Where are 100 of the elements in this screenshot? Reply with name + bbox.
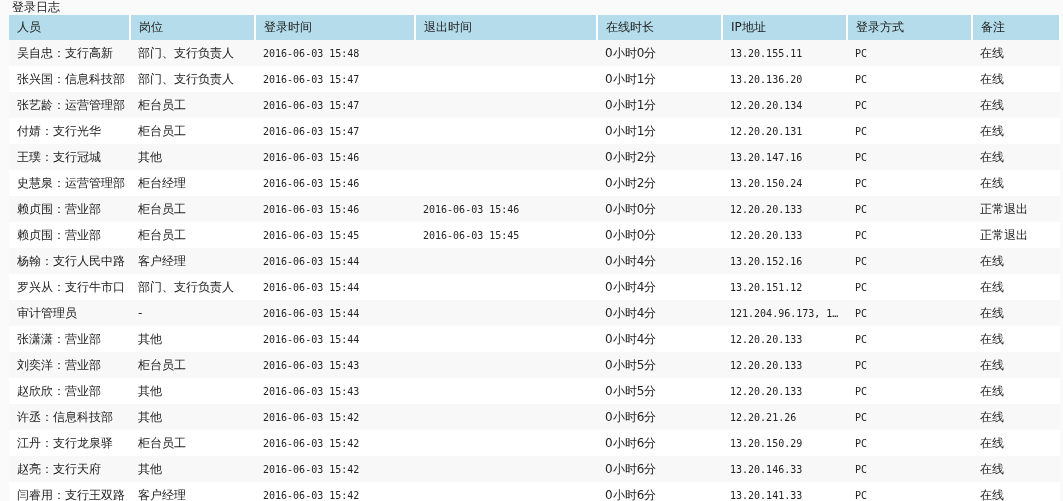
- table-cell: 张兴国：信息科技部: [17, 71, 125, 86]
- table-cell: 0小时5分: [605, 383, 657, 398]
- table-cell: 2016-06-03 15:48: [263, 47, 360, 59]
- table-cell: 0小时0分: [605, 45, 657, 60]
- table-cell: 在线: [980, 149, 1004, 164]
- table-cell: 部门、支行负责人: [138, 71, 234, 86]
- table-cell: PC: [855, 463, 868, 475]
- column-header[interactable]: 人员: [9, 15, 130, 40]
- table-cell: 在线: [980, 409, 1004, 424]
- table-cell: 0小时2分: [605, 149, 657, 164]
- table-cell: 在线: [980, 175, 1004, 190]
- table-cell: PC: [855, 47, 868, 59]
- column-header[interactable]: 备注: [972, 15, 1060, 40]
- table-cell: 12.20.20.131: [730, 125, 803, 137]
- table-cell: PC: [855, 177, 868, 189]
- table-cell: 2016-06-03 15:43: [263, 385, 360, 397]
- table-cell: 2016-06-03 15:45: [423, 229, 520, 241]
- table-cell: 12.20.20.133: [730, 359, 803, 371]
- table-cell: 13.20.151.12: [730, 281, 803, 293]
- table-cell: PC: [855, 359, 868, 371]
- table-cell: 在线: [980, 279, 1004, 294]
- table-cell: 0小时6分: [605, 461, 657, 476]
- table-cell: 江丹：支行龙泉驿: [17, 435, 113, 450]
- column-header[interactable]: 岗位: [130, 15, 255, 40]
- table-cell: 13.20.141.33: [730, 489, 803, 501]
- table-cell: PC: [855, 281, 868, 293]
- table-cell: 在线: [980, 45, 1004, 60]
- table-cell: 12.20.21.26: [730, 411, 797, 423]
- table-cell: 0小时4分: [605, 253, 657, 268]
- table-cell: 柜台员工: [138, 123, 186, 138]
- table-cell: 柜台员工: [138, 435, 186, 450]
- table-cell: 部门、支行负责人: [138, 279, 234, 294]
- table-cell: 张艺龄：运营管理部: [17, 97, 125, 112]
- table-cell: PC: [855, 203, 868, 215]
- table-cell: 2016-06-03 15:47: [263, 73, 360, 85]
- column-header[interactable]: 退出时间: [415, 15, 597, 40]
- table-cell: 13.20.155.11: [730, 47, 803, 59]
- table-cell: 在线: [980, 123, 1004, 138]
- table-cell: 柜台员工: [138, 227, 186, 242]
- table-cell: 2016-06-03 15:47: [263, 125, 360, 137]
- table-cell: 0小时4分: [605, 305, 657, 320]
- column-header[interactable]: 登录方式: [847, 15, 972, 40]
- table-cell: 其他: [138, 409, 162, 424]
- table-cell: 柜台员工: [138, 97, 186, 112]
- table-cell: PC: [855, 151, 868, 163]
- table-cell: PC: [855, 73, 868, 85]
- table-cell: 2016-06-03 15:45: [263, 229, 360, 241]
- table-cell: 客户经理: [138, 487, 186, 501]
- table-cell: 杨翰：支行人民中路: [17, 253, 125, 268]
- column-header[interactable]: 登录时间: [255, 15, 415, 40]
- table-cell: PC: [855, 125, 868, 137]
- table-cell: 2016-06-03 15:44: [263, 307, 360, 319]
- table-cell: 0小时1分: [605, 97, 657, 112]
- table-cell: PC: [855, 437, 868, 449]
- table-cell: 柜台员工: [138, 201, 186, 216]
- table-cell: 在线: [980, 331, 1004, 346]
- table-cell: 正常退出: [980, 201, 1028, 216]
- table-cell: 刘奕洋：营业部: [17, 357, 101, 372]
- table-cell: 审计管理员: [17, 305, 77, 320]
- table-cell: 在线: [980, 383, 1004, 398]
- table-cell: 0小时4分: [605, 331, 657, 346]
- table-cell: 在线: [980, 487, 1004, 501]
- table-cell: PC: [855, 489, 868, 501]
- table-cell: PC: [855, 333, 868, 345]
- table-cell: PC: [855, 99, 868, 111]
- table-cell: 0小时6分: [605, 409, 657, 424]
- table-cell: 0小时0分: [605, 227, 657, 242]
- page-title: 登录日志: [11, 0, 61, 15]
- table-cell: 在线: [980, 357, 1004, 372]
- table-cell: 12.20.20.133: [730, 229, 803, 241]
- table-cell: 0小时4分: [605, 279, 657, 294]
- table-cell: PC: [855, 385, 868, 397]
- table-cell: 13.20.136.20: [730, 73, 803, 85]
- table-cell: 2016-06-03 15:47: [263, 99, 360, 111]
- table-cell: 部门、支行负责人: [138, 45, 234, 60]
- table-cell: 赵欣欣：营业部: [17, 383, 101, 398]
- table-cell: 2016-06-03 15:44: [263, 255, 360, 267]
- table-cell: 赵亮：支行天府: [17, 461, 101, 476]
- table-cell: 12.20.20.134: [730, 99, 803, 111]
- table-cell: 13.20.150.24: [730, 177, 803, 189]
- table-cell: 2016-06-03 15:44: [263, 281, 360, 293]
- table-cell: 2016-06-03 15:46: [263, 151, 360, 163]
- table-cell: 2016-06-03 15:46: [263, 203, 360, 215]
- table-cell: 0小时2分: [605, 175, 657, 190]
- table-cell: 在线: [980, 305, 1004, 320]
- table-cell: 2016-06-03 15:43: [263, 359, 360, 371]
- table-cell: 13.20.152.16: [730, 255, 803, 267]
- column-header[interactable]: 在线时长: [597, 15, 722, 40]
- column-header[interactable]: IP地址: [722, 15, 847, 40]
- table-cell: 2016-06-03 15:42: [263, 463, 360, 475]
- table-cell: 付婧：支行光华: [17, 123, 101, 138]
- table-cell: 在线: [980, 461, 1004, 476]
- table-cell: 2016-06-03 15:42: [263, 437, 360, 449]
- table-cell: 赖贞围：营业部: [17, 227, 101, 242]
- table-cell: 罗兴从：支行牛市口: [17, 279, 125, 294]
- table-cell: 0小时0分: [605, 201, 657, 216]
- table-cell: PC: [855, 229, 868, 241]
- table-cell: 客户经理: [138, 253, 186, 268]
- table-cell: 其他: [138, 149, 162, 164]
- table-cell: 吴自忠：支行高新: [17, 45, 113, 60]
